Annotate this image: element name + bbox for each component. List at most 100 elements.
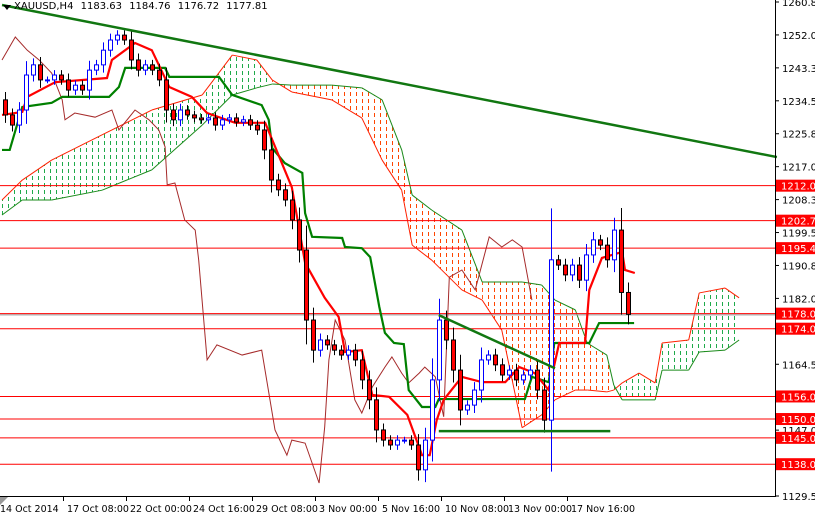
bear-candle bbox=[577, 264, 582, 281]
price-axis: 1260.80 1252.05 1243.30 1234.55 1225.80 1217.… bbox=[775, 0, 815, 503]
time-tick-label: 29 Oct 08:00 bbox=[256, 504, 318, 515]
bull-candle bbox=[94, 64, 99, 71]
cloud-segment bbox=[482, 282, 502, 331]
senkou-span-b-segment bbox=[272, 83, 292, 86]
price-tick-label: 1252.05 bbox=[782, 31, 815, 42]
collapse-triangle-icon[interactable] bbox=[3, 5, 11, 10]
cloud-segment bbox=[291, 85, 332, 100]
price-tick-label: 1234.55 bbox=[782, 97, 815, 108]
bear-candle bbox=[381, 429, 386, 441]
bull-candle bbox=[472, 389, 477, 406]
cloud-segment bbox=[331, 85, 362, 118]
cloud-segment bbox=[461, 230, 483, 301]
bear-candle bbox=[276, 179, 281, 191]
ohlc-open: 1183.63 bbox=[80, 1, 122, 12]
price-tick-label: 1217.05 bbox=[782, 163, 815, 174]
bull-candle bbox=[402, 439, 407, 442]
bear-candle bbox=[157, 69, 162, 81]
bear-candle bbox=[297, 219, 302, 251]
bull-candle bbox=[31, 64, 36, 76]
time-tick-label: 22 Oct 00:00 bbox=[130, 504, 192, 515]
bear-candle bbox=[234, 117, 239, 123]
level-price-label: 1178.00 bbox=[781, 310, 815, 321]
cloud-segment bbox=[587, 343, 607, 392]
time-tick-label: 24 Oct 16:00 bbox=[193, 504, 255, 515]
ohlc-close: 1177.81 bbox=[226, 1, 268, 12]
level-price-label: 1174.00 bbox=[781, 325, 815, 336]
bear-candle bbox=[150, 64, 155, 71]
bull-candle bbox=[521, 374, 526, 381]
bear-candle bbox=[164, 79, 169, 111]
cloud-segment bbox=[382, 99, 402, 191]
bear-candle bbox=[185, 109, 190, 116]
symbol-timeframe: XAUUSD,H4 bbox=[14, 1, 74, 12]
ohlc-high: 1184.76 bbox=[129, 1, 171, 12]
bull-candle bbox=[220, 119, 225, 126]
cloud-segment bbox=[256, 59, 273, 88]
cloud-segment bbox=[662, 339, 689, 371]
bear-candle bbox=[129, 39, 134, 61]
bear-candle bbox=[451, 339, 456, 371]
bull-candle bbox=[206, 117, 211, 121]
bull-candle bbox=[24, 74, 29, 111]
level-price-label: 1195.40 bbox=[781, 244, 815, 255]
time-tick-label: 17 Oct 08:00 bbox=[67, 504, 129, 515]
bull-candle bbox=[395, 439, 400, 446]
bull-candle bbox=[423, 439, 428, 471]
bear-candle bbox=[605, 244, 610, 261]
cloud-segment bbox=[431, 210, 462, 290]
level-price-label: 1212.00 bbox=[781, 182, 815, 193]
bear-candle bbox=[325, 339, 330, 346]
bear-candle bbox=[136, 59, 141, 71]
level-price-label: 1156.00 bbox=[781, 392, 815, 403]
bear-candle bbox=[255, 124, 260, 131]
horizontal-levels bbox=[0, 185, 775, 465]
bull-candle bbox=[570, 264, 575, 276]
bear-candle bbox=[514, 369, 519, 381]
price-tick-label: 1225.80 bbox=[782, 130, 815, 141]
price-chart[interactable]: 1260.80 1252.05 1243.30 1234.55 1225.80 1217.… bbox=[0, 0, 815, 516]
cloud-segment bbox=[51, 134, 103, 200]
cloud-segment bbox=[575, 309, 588, 391]
bull-candle bbox=[52, 74, 57, 81]
bear-candle bbox=[388, 439, 393, 446]
bear-candle bbox=[542, 389, 547, 421]
bear-candle bbox=[339, 349, 344, 356]
price-tick-label: 1260.80 bbox=[782, 0, 815, 9]
time-tick-label: 5 Nov 16:00 bbox=[382, 504, 440, 515]
bear-candle bbox=[535, 369, 540, 391]
price-tick-label: 1199.55 bbox=[782, 229, 815, 240]
bear-candle bbox=[192, 114, 197, 119]
bear-candle bbox=[248, 119, 253, 126]
bear-candle bbox=[199, 117, 204, 121]
bear-candle bbox=[353, 349, 358, 361]
bear-candle bbox=[10, 114, 15, 126]
time-tick-label: 13 Nov 00:00 bbox=[508, 504, 572, 515]
bear-candle bbox=[122, 34, 127, 41]
bear-candle bbox=[409, 439, 414, 446]
bull-candle bbox=[101, 49, 106, 66]
time-tick-label: 17 Nov 16:00 bbox=[571, 504, 635, 515]
bear-candle bbox=[493, 354, 498, 366]
bear-candle bbox=[374, 399, 379, 431]
cloud-segment bbox=[699, 288, 726, 353]
bear-candle bbox=[262, 129, 267, 151]
bear-candle bbox=[3, 99, 8, 116]
cloud-segment bbox=[725, 288, 740, 351]
cloud-segment bbox=[639, 373, 656, 400]
bull-candle bbox=[178, 109, 183, 121]
bear-candle bbox=[444, 319, 449, 341]
bear-candle bbox=[171, 109, 176, 121]
bull-candle bbox=[45, 79, 50, 82]
bear-candle bbox=[367, 379, 372, 401]
cloud-segment bbox=[412, 195, 432, 261]
price-tick-label: 1129.55 bbox=[782, 492, 815, 503]
bull-candle bbox=[87, 69, 92, 91]
level-price-label: 1138.00 bbox=[781, 460, 815, 471]
bull-candle bbox=[430, 379, 435, 441]
bull-candle bbox=[486, 354, 491, 361]
bear-candle bbox=[59, 74, 64, 81]
price-tick-label: 1243.30 bbox=[782, 64, 815, 75]
bull-candle bbox=[584, 254, 589, 281]
bull-candle bbox=[479, 359, 484, 391]
